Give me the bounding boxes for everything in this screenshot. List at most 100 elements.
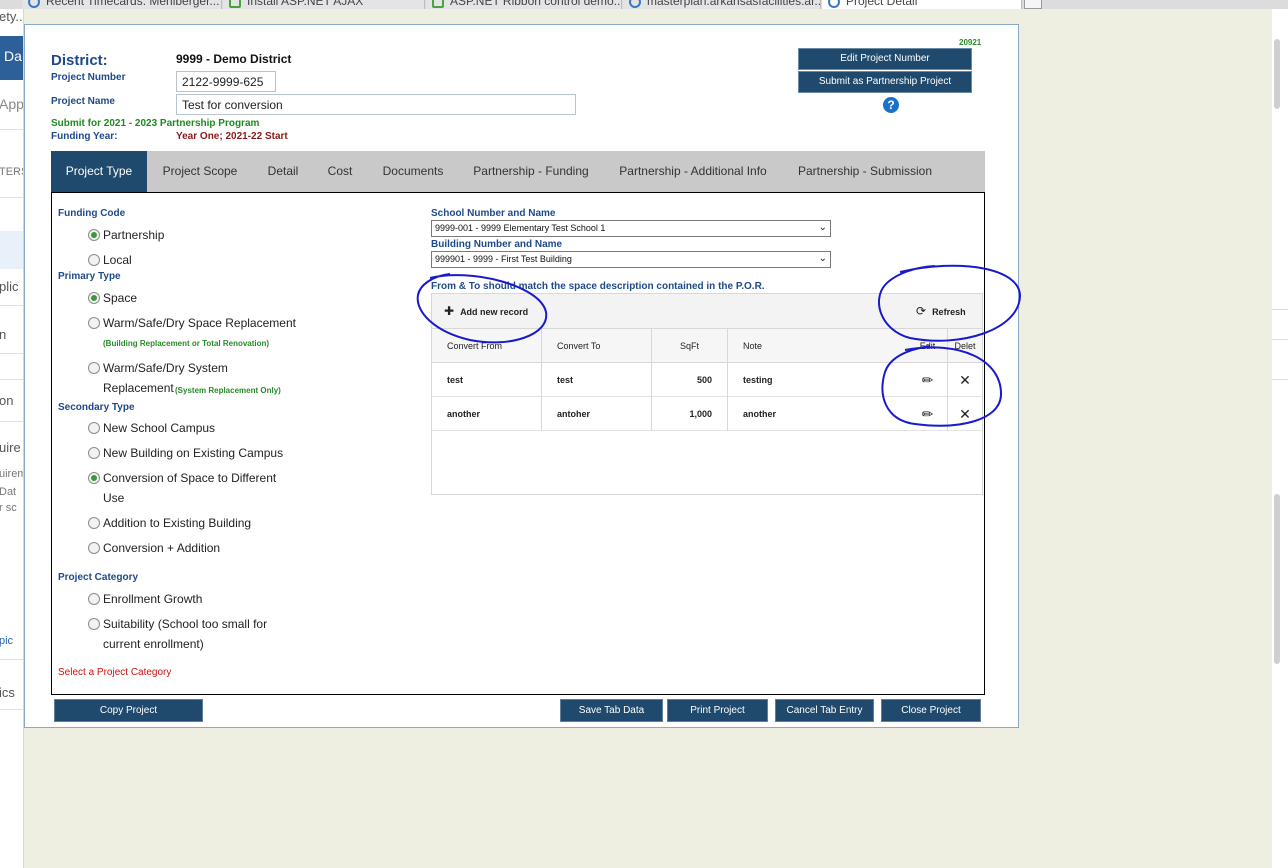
delete-row-button[interactable]: ✕: [948, 397, 982, 431]
scrollbar-thumb[interactable]: [1274, 39, 1280, 109]
radio-label: Warm/Safe/Dry Space Replacement: [103, 316, 296, 330]
school-select-value: 9999-001 - 9999 Elementary Test School 1: [435, 223, 606, 233]
radio-conversion-of-space[interactable]: [88, 472, 100, 484]
divider: [0, 709, 23, 710]
refresh-label: Refresh: [932, 307, 966, 317]
radio-addition[interactable]: [88, 517, 100, 529]
divider: [0, 659, 23, 660]
radio-label: Conversion of Space to Different: [103, 471, 277, 485]
project-number-field[interactable]: 2122-9999-625: [176, 71, 276, 92]
submit-partnership-button[interactable]: Submit as Partnership Project: [798, 71, 972, 93]
edit-row-button[interactable]: ✏: [908, 363, 948, 397]
radio-label: Suitability (School too small for: [103, 617, 268, 631]
browser-tab-label: ASP.NET Ribbon control demo...: [450, 0, 622, 8]
new-tab-button[interactable]: [1024, 0, 1042, 9]
divider: [0, 197, 23, 198]
column-header-convert-to[interactable]: Convert To: [542, 329, 652, 363]
radio-label: Partnership: [103, 228, 165, 242]
radio-conversion-addition[interactable]: [88, 542, 100, 554]
ie-icon: [629, 0, 641, 8]
edit-row-button[interactable]: ✏: [908, 397, 948, 431]
project-detail-dialog: District: 9999 - Demo District Project N…: [24, 24, 1019, 728]
column-header-sqft[interactable]: SqFt: [652, 329, 728, 363]
browser-tab-ajax[interactable]: Install ASP.NET AJAX: [223, 0, 425, 9]
radio-warm-space-replacement[interactable]: [88, 317, 100, 329]
radio-label: Replacement: [103, 381, 174, 395]
tab-partnership-funding[interactable]: Partnership - Funding: [459, 151, 603, 192]
tab-partnership-additional-info[interactable]: Partnership - Additional Info: [603, 151, 783, 192]
column-header-note[interactable]: Note: [728, 329, 908, 363]
background-fragment: ety...: [0, 9, 23, 24]
browser-tab-label: Recent Timecards: Menlberger...: [46, 0, 220, 8]
print-project-button[interactable]: Print Project: [667, 699, 768, 722]
browser-tab-ribbon[interactable]: ASP.NET Ribbon control demo...: [426, 0, 622, 9]
radio-new-building[interactable]: [88, 447, 100, 459]
project-name-field[interactable]: Test for conversion: [176, 94, 576, 115]
building-label: Building Number and Name: [431, 239, 563, 250]
school-select[interactable]: 9999-001 - 9999 Elementary Test School 1…: [431, 220, 831, 237]
scrollbar-thumb[interactable]: [1274, 494, 1280, 664]
ie-icon: [828, 0, 840, 8]
help-icon[interactable]: ?: [883, 97, 899, 113]
radio-space[interactable]: [88, 292, 100, 304]
radio-suitability[interactable]: [88, 618, 100, 630]
funding-code-title: Funding Code: [58, 208, 126, 219]
browser-tab-label: Install ASP.NET AJAX: [247, 0, 364, 8]
radio-label: Use: [103, 491, 125, 505]
building-select[interactable]: 999901 - 9999 - First Test Building ⌄: [431, 251, 831, 268]
cancel-tab-entry-button[interactable]: Cancel Tab Entry: [775, 699, 874, 722]
column-header-convert-from[interactable]: Convert From: [432, 329, 542, 363]
cell-convert-to: antoher: [542, 397, 652, 431]
background-fragment: ics: [0, 685, 15, 700]
tab-documents[interactable]: Documents: [367, 151, 459, 192]
cell-note: another: [743, 409, 777, 419]
close-icon: ✕: [959, 372, 971, 388]
background-fragment: plic: [0, 279, 19, 294]
grid-header-row: Convert From Convert To SqFt Note Edit D…: [432, 329, 982, 363]
edit-project-number-button[interactable]: Edit Project Number: [798, 48, 972, 70]
radio-new-school-campus[interactable]: [88, 422, 100, 434]
radio-label: Conversion + Addition: [103, 541, 221, 555]
add-new-record-button[interactable]: ✚ Add new record: [444, 304, 528, 318]
divider: [1272, 339, 1288, 340]
warm-system-note: (System Replacement Only): [175, 386, 281, 395]
background-fragment: TERS: [0, 166, 23, 178]
browser-tab-label: masterplan.arkansasfacilities.ar...: [647, 0, 821, 8]
radio-warm-system-replacement[interactable]: [88, 362, 100, 374]
radio-label: Local: [103, 253, 132, 267]
cell-sqft: 500: [652, 363, 728, 397]
grid-toolbar: ✚ Add new record ⟳ Refresh: [432, 294, 982, 329]
divider: [1272, 309, 1288, 310]
tab-project-type[interactable]: Project Type: [51, 151, 147, 192]
radio-label: current enrollment): [103, 637, 204, 651]
background-fragment: uire: [0, 440, 21, 455]
table-row: test test 500 testing ✏ ✕: [432, 363, 982, 397]
chevron-down-icon: ⌄: [818, 253, 827, 264]
radio-local[interactable]: [88, 254, 100, 266]
tab-detail[interactable]: Detail: [253, 151, 313, 192]
cell-convert-from: another: [432, 397, 542, 431]
radio-label: New School Campus: [103, 421, 216, 435]
refresh-button[interactable]: ⟳ Refresh: [916, 304, 966, 318]
browser-tab-project-detail[interactable]: Project Detail: [822, 0, 1022, 9]
background-fragment: n: [0, 327, 6, 342]
save-tab-data-button[interactable]: Save Tab Data: [560, 699, 663, 722]
delete-row-button[interactable]: ✕: [948, 363, 982, 397]
warm-space-note: (Building Replacement or Total Renovatio…: [103, 339, 270, 348]
radio-enrollment-growth[interactable]: [88, 593, 100, 605]
tab-project-scope[interactable]: Project Scope: [147, 151, 253, 192]
divider: [1272, 379, 1288, 380]
add-new-record-label: Add new record: [460, 307, 529, 317]
tab-partnership-submission[interactable]: Partnership - Submission: [783, 151, 947, 192]
cell-convert-from: test: [432, 363, 542, 397]
tab-cost[interactable]: Cost: [313, 151, 367, 192]
close-project-button[interactable]: Close Project: [881, 699, 981, 722]
divider: [0, 421, 23, 422]
district-label: District:: [51, 52, 108, 69]
radio-partnership[interactable]: [88, 229, 100, 241]
column-header-delete: Delet: [954, 341, 976, 351]
background-link[interactable]: pic: [0, 635, 13, 647]
browser-tab-masterplan[interactable]: masterplan.arkansasfacilities.ar...: [623, 0, 821, 9]
copy-project-button[interactable]: Copy Project: [54, 699, 203, 722]
browser-tab-timecards[interactable]: Recent Timecards: Menlberger...: [22, 0, 222, 9]
